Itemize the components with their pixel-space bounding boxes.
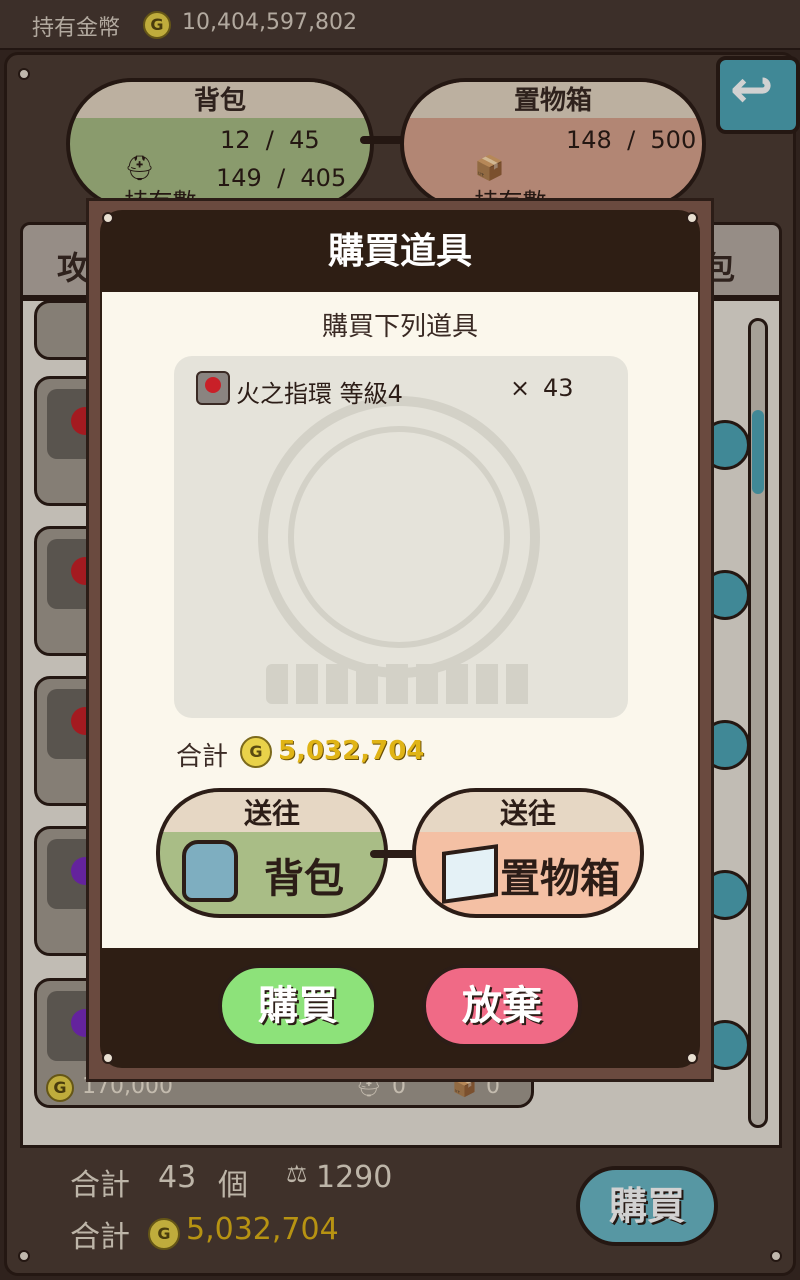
send-to-bag-top-label: 送往 [160, 792, 384, 832]
emblem-watermark [288, 426, 510, 648]
gold-coin-icon: G [240, 736, 272, 768]
dialog-subtitle: 購買下列道具 [321, 312, 478, 342]
multiply-sign: × [510, 374, 531, 402]
cancel-button[interactable]: 放棄 [422, 964, 582, 1048]
box-icon [442, 844, 498, 904]
emblem-watermark [266, 664, 536, 704]
send-to-bag-label: 背包 [264, 856, 344, 902]
send-to-box-button[interactable]: 送往 置物箱 [412, 788, 644, 918]
rivet-decoration [102, 1052, 114, 1064]
backpack-icon [182, 840, 238, 902]
purchase-item-name: 火之指環 等級4 [236, 380, 403, 408]
buy-button[interactable]: 購買 [218, 964, 378, 1048]
send-to-box-label: 置物箱 [500, 856, 620, 902]
dialog-total-label: 合計 [176, 742, 229, 772]
purchase-item-quantity: 43 [543, 374, 574, 402]
rivet-decoration [686, 1052, 698, 1064]
fire-ring-icon [196, 371, 230, 405]
dialog-total-value: 5,032,704 [278, 736, 425, 766]
send-to-box-top-label: 送往 [416, 792, 640, 832]
send-to-bag-button[interactable]: 送往 背包 [156, 788, 388, 918]
dialog-title: 購買道具 [327, 231, 472, 272]
